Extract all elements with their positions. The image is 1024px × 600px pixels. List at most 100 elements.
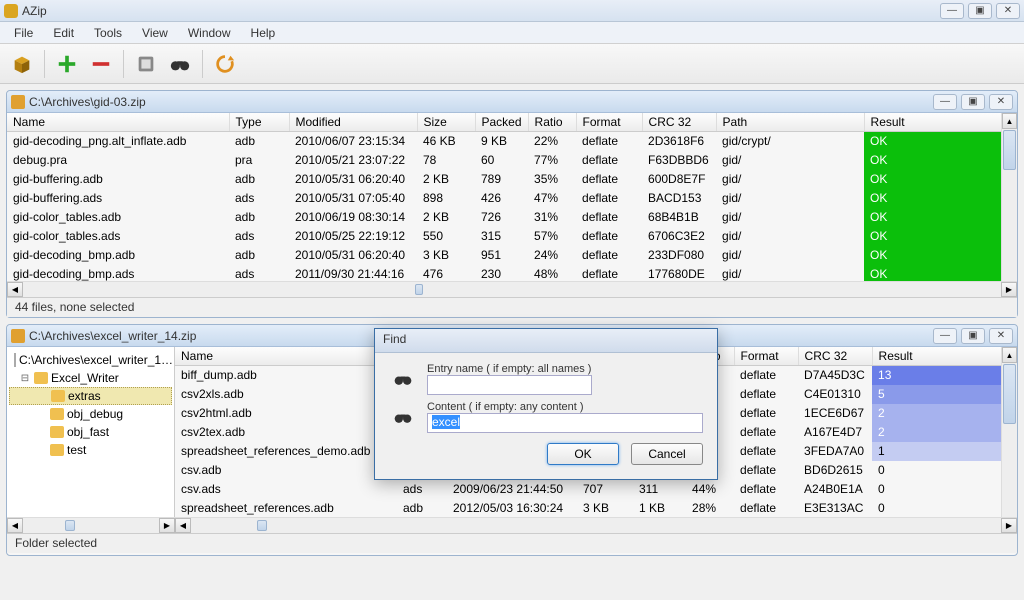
child-minimize-button[interactable]: — <box>933 94 957 110</box>
col-crc[interactable]: CRC 32 <box>798 347 872 366</box>
col-ratio[interactable]: Ratio <box>528 113 576 132</box>
scroll-right-icon[interactable]: ▶ <box>1001 282 1017 297</box>
scroll-up-icon[interactable]: ▲ <box>1002 347 1017 363</box>
result-cell: OK <box>864 170 1016 189</box>
refresh-icon <box>214 53 236 75</box>
archive1-titlebar[interactable]: C:\Archives\gid-03.zip — ▣ ✕ <box>7 91 1017 113</box>
table-row[interactable]: gid-color_tables.adsads2010/05/25 22:19:… <box>7 227 1017 246</box>
extract-icon <box>135 53 157 75</box>
scroll-thumb[interactable] <box>1003 130 1016 170</box>
table-row[interactable]: gid-decoding_bmp.adbadb2010/05/31 06:20:… <box>7 246 1017 265</box>
archive1-status: 44 files, none selected <box>7 297 1017 317</box>
scroll-thumb[interactable] <box>415 284 423 295</box>
child-minimize-button[interactable]: — <box>933 328 957 344</box>
col-type[interactable]: Type <box>229 113 289 132</box>
binoculars-icon <box>391 369 415 389</box>
minimize-button[interactable]: — <box>940 3 964 19</box>
menubar: File Edit Tools View Window Help <box>0 22 1024 44</box>
table-row[interactable]: gid-buffering.adsads2010/05/31 07:05:408… <box>7 189 1017 208</box>
ok-button[interactable]: OK <box>547 443 619 465</box>
add-button[interactable] <box>51 48 83 80</box>
archive2-hscroll[interactable]: ◀ ▶ <box>175 517 1017 533</box>
folder-icon <box>50 426 64 438</box>
menu-window[interactable]: Window <box>178 24 241 42</box>
app-title: AZip <box>22 4 940 18</box>
folder-icon <box>50 408 64 420</box>
tree-label: extras <box>68 389 101 403</box>
child-maximize-button[interactable]: ▣ <box>961 94 985 110</box>
content-value: excel <box>432 415 460 429</box>
plus-icon <box>56 53 78 75</box>
folder-icon <box>34 372 48 384</box>
result-cell: 2 <box>872 423 1016 442</box>
tree-label: obj_debug <box>67 407 123 421</box>
result-cell: 5 <box>872 385 1016 404</box>
menu-edit[interactable]: Edit <box>43 24 84 42</box>
result-cell: 1 <box>872 442 1016 461</box>
scroll-left-icon[interactable]: ◀ <box>175 518 191 533</box>
table-row[interactable]: gid-buffering.adbadb2010/05/31 06:20:402… <box>7 170 1017 189</box>
find-button[interactable] <box>164 48 196 80</box>
col-name[interactable]: Name <box>175 347 397 366</box>
col-size[interactable]: Size <box>417 113 475 132</box>
table-row[interactable]: gid-color_tables.adbadb2010/06/19 08:30:… <box>7 208 1017 227</box>
child-maximize-button[interactable]: ▣ <box>961 328 985 344</box>
scroll-right-icon[interactable]: ▶ <box>1001 518 1017 533</box>
table-row[interactable]: debug.prapra2010/05/21 23:07:22786077%de… <box>7 151 1017 170</box>
refresh-button[interactable] <box>209 48 241 80</box>
table-row[interactable]: csv.adsads2009/06/23 21:44:5070731144%de… <box>175 480 1017 499</box>
table-row[interactable]: spreadsheet_references.adbadb2012/05/03 … <box>175 499 1017 518</box>
scroll-right-icon[interactable]: ▶ <box>159 518 175 533</box>
menu-help[interactable]: Help <box>241 24 286 42</box>
col-packed[interactable]: Packed <box>475 113 528 132</box>
col-crc[interactable]: CRC 32 <box>642 113 716 132</box>
menu-view[interactable]: View <box>132 24 178 42</box>
archive1-table[interactable]: Name Type Modified Size Packed Ratio For… <box>7 113 1017 281</box>
col-modified[interactable]: Modified <box>289 113 417 132</box>
col-format[interactable]: Format <box>576 113 642 132</box>
result-cell: OK <box>864 265 1016 282</box>
result-cell: 0 <box>872 461 1016 480</box>
scroll-left-icon[interactable]: ◀ <box>7 282 23 297</box>
col-result[interactable]: Result <box>864 113 1016 132</box>
folder-tree[interactable]: C:\Archives\excel_writer_1… ⊟ Excel_Writ… <box>7 347 175 517</box>
entry-name-input[interactable] <box>427 375 592 395</box>
archive2-vscroll[interactable]: ▲ <box>1001 347 1017 517</box>
open-archive-button[interactable] <box>6 48 38 80</box>
content-input[interactable]: excel <box>427 413 703 433</box>
col-result[interactable]: Result <box>872 347 1016 366</box>
archive2-status: Folder selected <box>7 533 1017 553</box>
tree-subfolder[interactable]: extras <box>9 387 172 405</box>
archive1-header-row[interactable]: Name Type Modified Size Packed Ratio For… <box>7 113 1017 132</box>
tree-hscroll[interactable]: ◀ ▶ <box>7 517 175 533</box>
child-close-button[interactable]: ✕ <box>989 328 1013 344</box>
archive1-hscroll[interactable]: ◀ ▶ <box>7 281 1017 297</box>
archive1-vscroll[interactable]: ▲ <box>1001 113 1017 281</box>
scroll-left-icon[interactable]: ◀ <box>7 518 23 533</box>
close-button[interactable]: ✕ <box>996 3 1020 19</box>
tree-subfolder[interactable]: obj_fast <box>9 423 172 441</box>
col-path[interactable]: Path <box>716 113 864 132</box>
col-name[interactable]: Name <box>7 113 229 132</box>
table-row[interactable]: gid-decoding_png.alt_inflate.adbadb2010/… <box>7 132 1017 151</box>
collapse-icon[interactable]: ⊟ <box>19 373 31 384</box>
scroll-up-icon[interactable]: ▲ <box>1002 113 1017 129</box>
extract-button[interactable] <box>130 48 162 80</box>
tree-subfolder[interactable]: test <box>9 441 172 459</box>
menu-tools[interactable]: Tools <box>84 24 132 42</box>
result-cell: OK <box>864 151 1016 170</box>
tree-subfolder[interactable]: obj_debug <box>9 405 172 423</box>
menu-file[interactable]: File <box>4 24 43 42</box>
child-close-button[interactable]: ✕ <box>989 94 1013 110</box>
remove-button[interactable] <box>85 48 117 80</box>
find-dialog-title[interactable]: Find <box>375 329 717 353</box>
maximize-button[interactable]: ▣ <box>968 3 992 19</box>
col-format[interactable]: Format <box>734 347 798 366</box>
table-row[interactable]: gid-decoding_bmp.adsads2011/09/30 21:44:… <box>7 265 1017 282</box>
scroll-thumb[interactable] <box>1003 364 1016 424</box>
cancel-button[interactable]: Cancel <box>631 443 703 465</box>
tree-folder[interactable]: ⊟ Excel_Writer <box>9 369 172 387</box>
scroll-thumb[interactable] <box>65 520 75 531</box>
scroll-thumb[interactable] <box>257 520 267 531</box>
tree-root[interactable]: C:\Archives\excel_writer_1… <box>9 351 172 369</box>
